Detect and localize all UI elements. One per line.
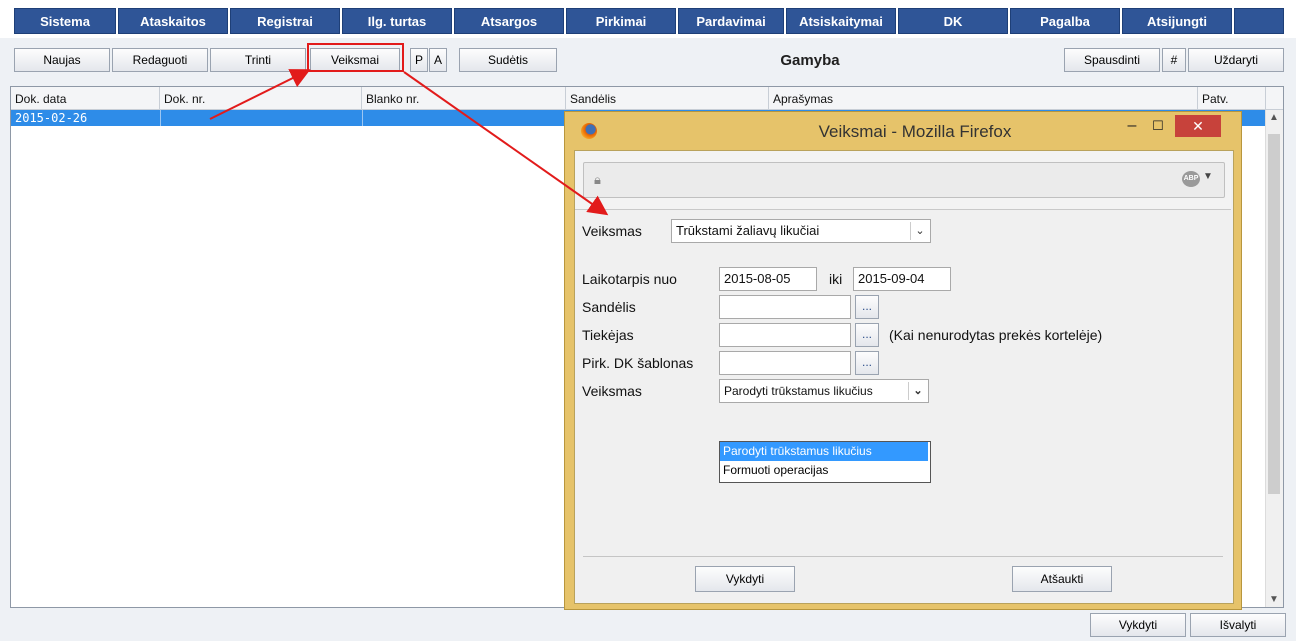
- column-dok-nr[interactable]: Dok. nr.: [160, 87, 362, 109]
- action-select[interactable]: Trūkstami žaliavų likučiai ⌄: [671, 219, 931, 243]
- url-bar[interactable]: 🔒︎ ABP ▼: [583, 162, 1225, 198]
- dialog-titlebar[interactable]: Veiksmai - Mozilla Firefox – ☐ ✕: [565, 112, 1241, 150]
- dialog-execute-button[interactable]: Vykdyti: [695, 566, 795, 592]
- action-label: Veiksmas: [582, 223, 642, 239]
- menu-bar: Sistema Ataskaitos Registrai Ilg. turtas…: [0, 0, 1296, 38]
- to-label: iki: [829, 271, 843, 287]
- annotation-highlight: [307, 43, 404, 72]
- dropdown-option-show[interactable]: Parodyti trūkstamus likučius: [720, 442, 928, 461]
- dialog-title: Veiksmai - Mozilla Firefox: [818, 122, 1012, 141]
- menu-atsijungti[interactable]: Atsijungti: [1122, 8, 1232, 34]
- firefox-icon: [581, 123, 597, 139]
- template-label: Pirk. DK šablonas: [582, 355, 694, 371]
- menu-registrai[interactable]: Registrai: [230, 8, 340, 34]
- scroll-up-icon[interactable]: ▲: [1269, 112, 1279, 123]
- p-button[interactable]: P: [410, 48, 428, 72]
- column-patv[interactable]: Patv.: [1198, 87, 1266, 109]
- action2-dropdown-list: Parodyti trūkstamus likučius Formuoti op…: [719, 441, 931, 483]
- menu-pagalba[interactable]: Pagalba: [1010, 8, 1120, 34]
- vertical-scrollbar[interactable]: ▲ ▼: [1265, 110, 1283, 607]
- column-blanko-nr[interactable]: Blanko nr.: [362, 87, 566, 109]
- menu-pardavimai[interactable]: Pardavimai: [678, 8, 784, 34]
- menu-ilg-turtas[interactable]: Ilg. turtas: [342, 8, 452, 34]
- minimize-icon[interactable]: –: [1119, 116, 1145, 138]
- edit-button[interactable]: Redaguoti: [112, 48, 208, 72]
- cell-dok-data: 2015-02-26: [15, 111, 88, 125]
- grid-header: Dok. data Dok. nr. Blanko nr. Sandėlis A…: [11, 87, 1283, 110]
- date-to-field[interactable]: 2015-09-04: [853, 267, 951, 291]
- execute-button[interactable]: Vykdyti: [1090, 613, 1186, 637]
- menu-ataskaitos[interactable]: Ataskaitos: [118, 8, 228, 34]
- column-aprasymas[interactable]: Aprašymas: [769, 87, 1198, 109]
- maximize-icon[interactable]: ☐: [1145, 116, 1171, 138]
- cell-blanko-nr: [362, 110, 566, 126]
- scroll-down-icon[interactable]: ▼: [1269, 594, 1279, 605]
- adblock-dropdown-icon[interactable]: ▼: [1203, 171, 1213, 182]
- new-button[interactable]: Naujas: [14, 48, 110, 72]
- cell-dok-nr: [160, 110, 362, 126]
- template-browse-button[interactable]: ...: [855, 351, 879, 375]
- menu-pirkimai[interactable]: Pirkimai: [566, 8, 676, 34]
- dialog-body: 🔒︎ ABP ▼ Veiksmas Trūkstami žaliavų liku…: [574, 150, 1234, 604]
- url-bar-area: 🔒︎ ABP ▼: [575, 151, 1231, 210]
- page-title: Gamyba: [780, 52, 840, 69]
- column-dok-data[interactable]: Dok. data: [11, 87, 160, 109]
- action2-select[interactable]: Parodyti trūkstamus likučius ⌄: [719, 379, 929, 403]
- supplier-note: (Kai nenurodytas prekės kortelėje): [889, 327, 1103, 343]
- delete-button[interactable]: Trinti: [210, 48, 306, 72]
- supplier-label: Tiekėjas: [582, 327, 634, 343]
- warehouse-label: Sandėlis: [582, 299, 636, 315]
- warehouse-field[interactable]: [719, 295, 851, 319]
- adblock-icon[interactable]: ABP: [1182, 171, 1200, 187]
- date-from-field[interactable]: 2015-08-05: [719, 267, 817, 291]
- lock-icon: 🔒︎: [594, 172, 601, 187]
- a-button[interactable]: A: [429, 48, 447, 72]
- action2-label: Veiksmas: [582, 383, 642, 399]
- column-sandelis[interactable]: Sandėlis: [566, 87, 769, 109]
- menu-sistema[interactable]: Sistema: [14, 8, 116, 34]
- menu-atsiskaitymai[interactable]: Atsiskaitymai: [786, 8, 896, 34]
- supplier-browse-button[interactable]: ...: [855, 323, 879, 347]
- clear-button[interactable]: Išvalyti: [1190, 613, 1286, 637]
- composition-button[interactable]: Sudėtis: [459, 48, 557, 72]
- action-select-value: Trūkstami žaliavų likučiai: [676, 223, 820, 238]
- toolbar: Naujas Redaguoti Trinti Veiksmai P A Sud…: [0, 40, 1296, 80]
- template-field[interactable]: [719, 351, 851, 375]
- close-icon[interactable]: ✕: [1175, 115, 1221, 137]
- menu-extra: [1234, 8, 1284, 34]
- divider: [583, 556, 1223, 557]
- period-label: Laikotarpis nuo: [582, 271, 677, 287]
- action2-select-value: Parodyti trūkstamus likučius: [724, 384, 873, 398]
- supplier-field[interactable]: [719, 323, 851, 347]
- menu-atsargos[interactable]: Atsargos: [454, 8, 564, 34]
- close-button[interactable]: Uždaryti: [1188, 48, 1284, 72]
- menu-dk[interactable]: DK: [898, 8, 1008, 34]
- dropdown-option-form[interactable]: Formuoti operacijas: [720, 461, 928, 480]
- print-button[interactable]: Spausdinti: [1064, 48, 1160, 72]
- dialog-cancel-button[interactable]: Atšaukti: [1012, 566, 1112, 592]
- chevron-down-icon[interactable]: ⌄: [908, 382, 927, 400]
- actions-dialog: Veiksmai - Mozilla Firefox – ☐ ✕ 🔒︎ ABP …: [564, 111, 1242, 610]
- warehouse-browse-button[interactable]: ...: [855, 295, 879, 319]
- hash-button[interactable]: #: [1162, 48, 1186, 72]
- scroll-thumb[interactable]: [1268, 134, 1280, 494]
- chevron-down-icon[interactable]: ⌄: [910, 222, 929, 240]
